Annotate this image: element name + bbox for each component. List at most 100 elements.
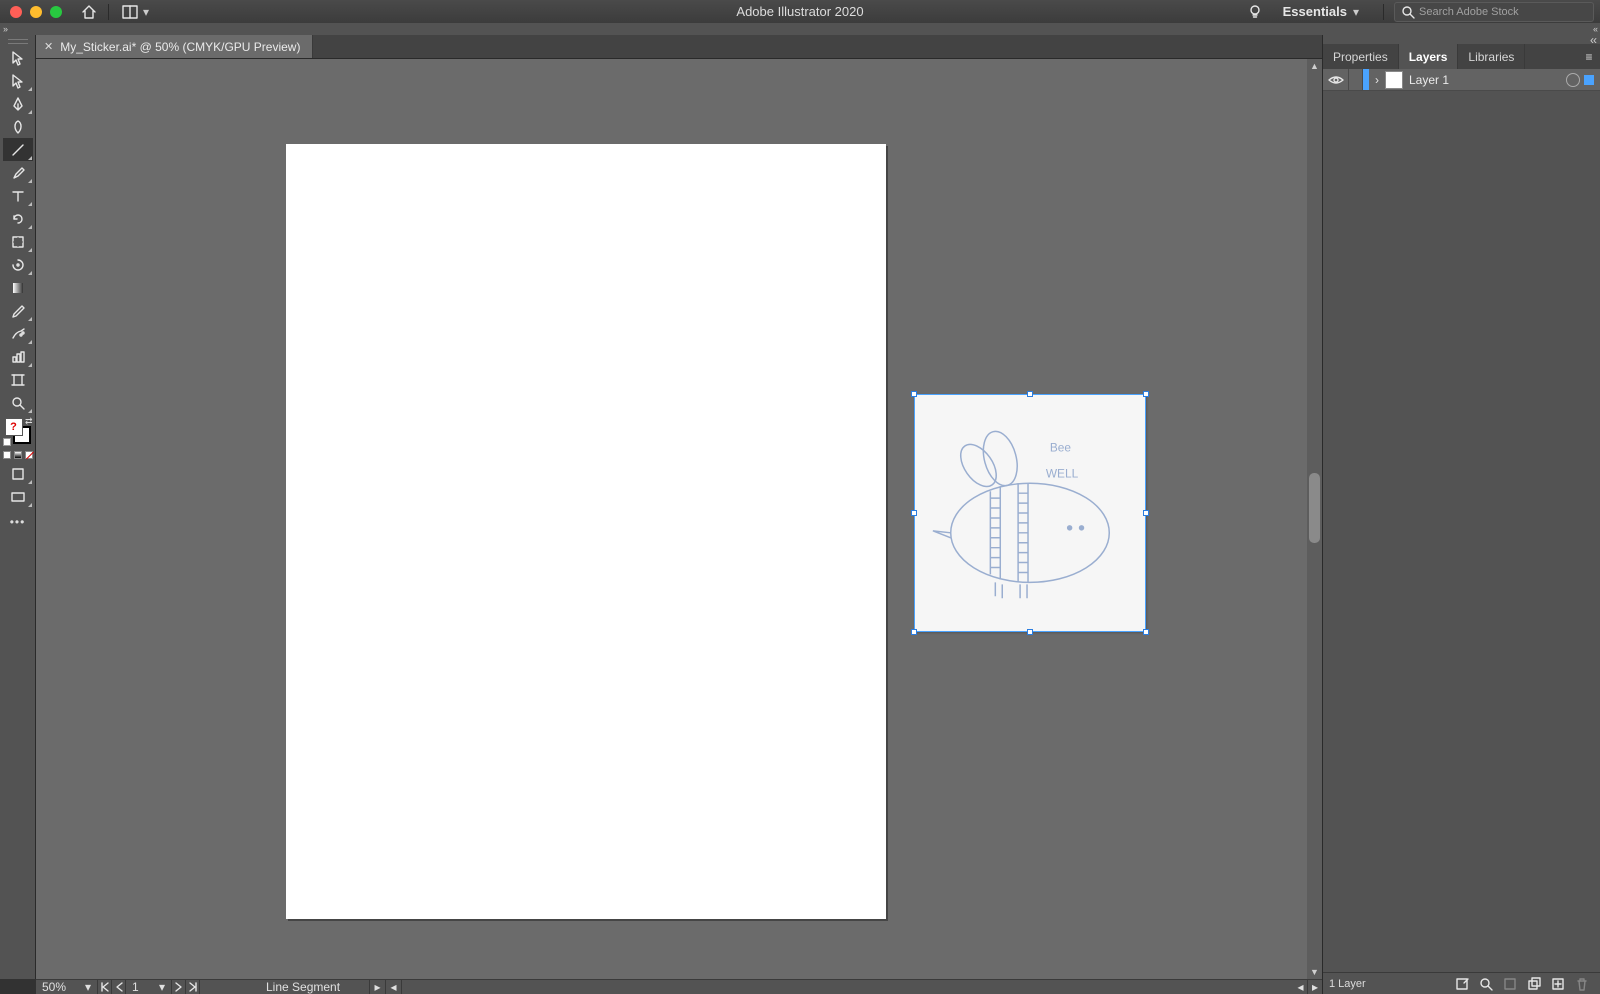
- scroll-up-icon[interactable]: ▲: [1307, 59, 1322, 73]
- chevron-down-icon[interactable]: ▾: [143, 5, 149, 19]
- scroll-thumb[interactable]: [1309, 473, 1320, 543]
- type-tool[interactable]: [3, 184, 33, 207]
- edit-toolbar-button[interactable]: •••: [3, 508, 33, 531]
- layer-name[interactable]: Layer 1: [1409, 73, 1566, 87]
- artboard-navigator[interactable]: 1 ▾: [126, 980, 172, 994]
- document-tab-label: My_Sticker.ai* @ 50% (CMYK/GPU Preview): [60, 40, 300, 54]
- scroll-down-icon[interactable]: ▼: [1307, 965, 1322, 979]
- resize-handle[interactable]: [1027, 629, 1033, 635]
- vertical-scrollbar[interactable]: ▲ ▼: [1307, 59, 1322, 979]
- window-close[interactable]: [10, 6, 22, 18]
- arrange-documents-icon[interactable]: [121, 5, 139, 19]
- panel-grip[interactable]: [8, 39, 28, 44]
- control-strip: ›› ‹‹: [0, 23, 1600, 35]
- locate-layer-icon[interactable]: [1474, 973, 1498, 994]
- shape-builder-tool[interactable]: [3, 230, 33, 253]
- scroll-right-icon[interactable]: ▸: [1308, 980, 1322, 994]
- artboard-tool[interactable]: [3, 368, 33, 391]
- app-title: Adobe Illustrator 2020: [736, 4, 863, 19]
- visibility-toggle[interactable]: [1323, 69, 1349, 90]
- prev-artboard-button[interactable]: [112, 980, 126, 994]
- window-minimize[interactable]: [30, 6, 42, 18]
- fill-stroke-swatch[interactable]: ? ⇄: [3, 416, 33, 446]
- chevron-down-icon[interactable]: ▾: [85, 980, 91, 994]
- layer-target-icon[interactable]: [1566, 73, 1580, 87]
- default-fill-stroke-icon[interactable]: [3, 438, 11, 446]
- close-icon[interactable]: ✕: [44, 40, 53, 53]
- scroll-left-icon[interactable]: ◂: [1294, 980, 1308, 994]
- gradient-tool[interactable]: [3, 276, 33, 299]
- column-graph-tool[interactable]: [3, 345, 33, 368]
- panel-menu-icon[interactable]: ≡: [1578, 44, 1600, 69]
- tab-libraries[interactable]: Libraries: [1458, 44, 1525, 69]
- window-zoom[interactable]: [50, 6, 62, 18]
- artboard-number: 1: [132, 980, 139, 994]
- last-artboard-button[interactable]: [186, 980, 200, 994]
- eyedropper-tool[interactable]: [3, 299, 33, 322]
- delete-layer-icon[interactable]: [1570, 973, 1594, 994]
- panel-tabs: Properties Layers Libraries ≡: [1323, 44, 1600, 69]
- divider: [108, 4, 109, 20]
- panels-dock: ‹‹ Properties Layers Libraries ≡ › Layer…: [1322, 35, 1600, 994]
- new-sublayer-icon[interactable]: [1522, 973, 1546, 994]
- clipping-mask-icon[interactable]: [1498, 973, 1522, 994]
- zoom-tool[interactable]: [3, 391, 33, 414]
- swap-fill-stroke-icon[interactable]: ⇄: [25, 416, 33, 427]
- zoom-level[interactable]: 50% ▾: [36, 980, 98, 994]
- sketch-text-2: WELL: [1046, 466, 1079, 480]
- stock-search-input[interactable]: [1419, 6, 1587, 18]
- canvas[interactable]: Bee WELL ▲ ▼: [36, 59, 1322, 979]
- first-artboard-button[interactable]: [98, 980, 112, 994]
- status-menu-left-icon[interactable]: ◂: [386, 980, 402, 994]
- layer-row[interactable]: › Layer 1: [1323, 69, 1600, 91]
- resize-handle[interactable]: [911, 391, 917, 397]
- placed-image[interactable]: Bee WELL: [914, 394, 1146, 632]
- layer-disclosure-icon[interactable]: ›: [1369, 73, 1385, 87]
- curvature-tool[interactable]: [3, 115, 33, 138]
- tab-layers[interactable]: Layers: [1399, 44, 1459, 69]
- sketch-drawing: Bee WELL: [921, 401, 1139, 625]
- line-segment-tool[interactable]: [3, 138, 33, 161]
- search-icon: [1401, 5, 1415, 19]
- resize-handle[interactable]: [1027, 391, 1033, 397]
- color-mode-none[interactable]: [25, 451, 33, 459]
- resize-handle[interactable]: [911, 510, 917, 516]
- resize-handle[interactable]: [1143, 391, 1149, 397]
- divider: [1383, 4, 1384, 20]
- color-mode-solid[interactable]: [3, 451, 11, 459]
- layer-selection-indicator[interactable]: [1584, 75, 1594, 85]
- selection-tool[interactable]: [3, 46, 33, 69]
- paintbrush-tool[interactable]: [3, 161, 33, 184]
- tab-properties[interactable]: Properties: [1323, 44, 1399, 69]
- new-layer-icon[interactable]: [1546, 973, 1570, 994]
- document-tab[interactable]: ✕ My_Sticker.ai* @ 50% (CMYK/GPU Preview…: [36, 35, 313, 58]
- layer-thumbnail: [1385, 71, 1403, 89]
- status-menu-right-icon[interactable]: ▸: [370, 980, 386, 994]
- rotate-tool[interactable]: [3, 207, 33, 230]
- resize-handle[interactable]: [1143, 510, 1149, 516]
- status-tool-name: Line Segment: [200, 980, 370, 994]
- resize-handle[interactable]: [911, 629, 917, 635]
- workspace-switcher[interactable]: Essentials: [1283, 4, 1347, 19]
- free-transform-tool[interactable]: [3, 253, 33, 276]
- chevron-down-icon[interactable]: ▾: [1353, 5, 1359, 19]
- symbol-sprayer-tool[interactable]: [3, 322, 33, 345]
- lock-toggle[interactable]: [1349, 69, 1363, 90]
- pen-tool[interactable]: [3, 92, 33, 115]
- status-bar: 50% ▾ 1 ▾ Line Segment ▸ ◂ ◂ ▸: [36, 979, 1322, 994]
- screen-mode-icon[interactable]: [3, 485, 33, 508]
- draw-normal-icon[interactable]: [3, 462, 33, 485]
- next-artboard-button[interactable]: [172, 980, 186, 994]
- stock-search[interactable]: [1394, 2, 1594, 22]
- color-mode-gradient[interactable]: [14, 451, 22, 459]
- locate-object-icon[interactable]: [1450, 973, 1474, 994]
- discover-icon[interactable]: [1245, 2, 1265, 22]
- home-icon[interactable]: [80, 3, 98, 21]
- chevron-down-icon[interactable]: ▾: [159, 980, 165, 994]
- sketch-text-1: Bee: [1050, 441, 1072, 455]
- artboard[interactable]: [286, 144, 886, 919]
- expand-left-icon[interactable]: ››: [3, 24, 7, 34]
- fill-swatch[interactable]: ?: [5, 418, 23, 436]
- direct-selection-tool[interactable]: [3, 69, 33, 92]
- resize-handle[interactable]: [1143, 629, 1149, 635]
